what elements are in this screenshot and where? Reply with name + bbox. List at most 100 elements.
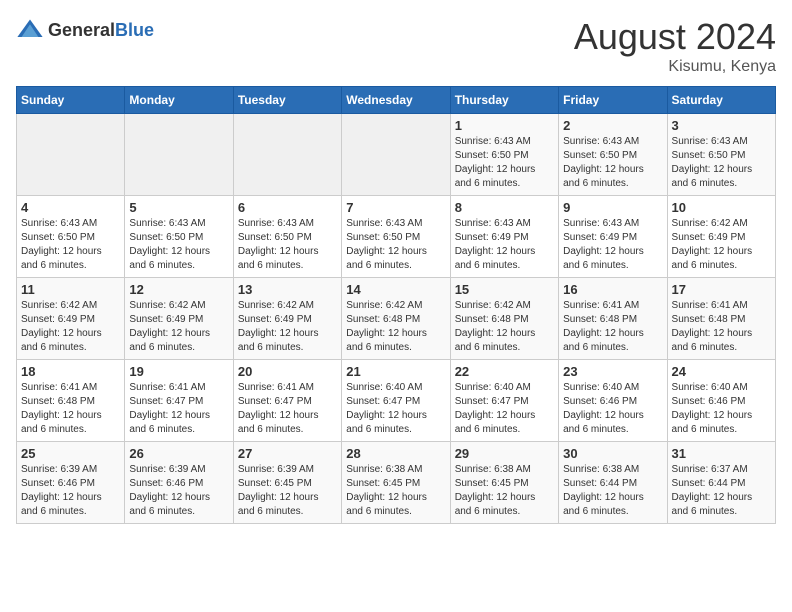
day-cell: 13 Sunrise: 6:42 AM Sunset: 6:49 PM Dayli… [233, 278, 341, 360]
day-info: Sunrise: 6:43 AM Sunset: 6:50 PM Dayligh… [455, 135, 554, 191]
day-cell: 5Sunrise: 6:43 AM Sunset: 6:50 PM Daylig… [125, 196, 233, 278]
day-info: Sunrise: 6:41 AM Sunset: 6:47 PM Dayligh… [238, 381, 337, 437]
day-number: 1 [455, 118, 554, 133]
day-info: Sunrise: 6:42 AM Sunset: 6:49 PM Dayligh… [238, 299, 337, 355]
day-number: 18 [21, 364, 120, 379]
day-number: 12 [129, 282, 228, 297]
week-row-3: 18 Sunrise: 6:41 AM Sunset: 6:48 PM Dayli… [17, 360, 776, 442]
day-info: Sunrise: 6:42 AM Sunset: 6:49 PM Dayligh… [21, 299, 120, 355]
title-block: August 2024 Kisumu, Kenya [574, 16, 776, 76]
day-info: Sunrise: 6:41 AM Sunset: 6:48 PM Dayligh… [21, 381, 120, 437]
day-cell: 27 Sunrise: 6:39 AM Sunset: 6:45 PM Dayli… [233, 442, 341, 524]
col-thursday: Thursday [450, 87, 558, 114]
day-cell: 9 Sunrise: 6:43 AM Sunset: 6:49 PM Daylig… [559, 196, 667, 278]
day-number: 21 [346, 364, 445, 379]
day-cell: 18 Sunrise: 6:41 AM Sunset: 6:48 PM Dayli… [17, 360, 125, 442]
day-cell: 16 Sunrise: 6:41 AM Sunset: 6:48 PM Dayli… [559, 278, 667, 360]
day-info: Sunrise: 6:41 AM Sunset: 6:47 PM Dayligh… [129, 381, 228, 437]
day-number: 5 [129, 200, 228, 215]
logo-icon [16, 16, 44, 44]
day-cell: 1 Sunrise: 6:43 AM Sunset: 6:50 PM Daylig… [450, 114, 558, 196]
week-row-4: 25Sunrise: 6:39 AM Sunset: 6:46 PM Dayli… [17, 442, 776, 524]
day-number: 14 [346, 282, 445, 297]
day-cell: 2 Sunrise: 6:43 AM Sunset: 6:50 PM Daylig… [559, 114, 667, 196]
day-cell: 12 Sunrise: 6:42 AM Sunset: 6:49 PM Dayli… [125, 278, 233, 360]
day-cell: 15Sunrise: 6:42 AM Sunset: 6:48 PM Dayli… [450, 278, 558, 360]
day-info: Sunrise: 6:40 AM Sunset: 6:46 PM Dayligh… [672, 381, 771, 437]
location: Kisumu, Kenya [574, 58, 776, 76]
day-number: 2 [563, 118, 662, 133]
day-info: Sunrise: 6:40 AM Sunset: 6:47 PM Dayligh… [455, 381, 554, 437]
day-info: Sunrise: 6:38 AM Sunset: 6:45 PM Dayligh… [346, 463, 445, 519]
day-number: 27 [238, 446, 337, 461]
day-cell: 31Sunrise: 6:37 AM Sunset: 6:44 PM Dayli… [667, 442, 775, 524]
day-cell: 22 Sunrise: 6:40 AM Sunset: 6:47 PM Dayli… [450, 360, 558, 442]
day-number: 22 [455, 364, 554, 379]
day-cell: 17Sunrise: 6:41 AM Sunset: 6:48 PM Dayli… [667, 278, 775, 360]
day-info: Sunrise: 6:38 AM Sunset: 6:45 PM Dayligh… [455, 463, 554, 519]
day-info: Sunrise: 6:42 AM Sunset: 6:49 PM Dayligh… [672, 217, 771, 273]
day-info: Sunrise: 6:43 AM Sunset: 6:49 PM Dayligh… [455, 217, 554, 273]
day-number: 23 [563, 364, 662, 379]
day-info: Sunrise: 6:42 AM Sunset: 6:48 PM Dayligh… [346, 299, 445, 355]
col-friday: Friday [559, 87, 667, 114]
day-info: Sunrise: 6:43 AM Sunset: 6:50 PM Dayligh… [238, 217, 337, 273]
day-cell: 21Sunrise: 6:40 AM Sunset: 6:47 PM Dayli… [342, 360, 450, 442]
day-number: 29 [455, 446, 554, 461]
week-row-2: 11 Sunrise: 6:42 AM Sunset: 6:49 PM Dayli… [17, 278, 776, 360]
day-info: Sunrise: 6:39 AM Sunset: 6:45 PM Dayligh… [238, 463, 337, 519]
calendar-header: Sunday Monday Tuesday Wednesday Thursday… [17, 87, 776, 114]
col-sunday: Sunday [17, 87, 125, 114]
logo-text-blue: Blue [115, 20, 154, 40]
day-number: 15 [455, 282, 554, 297]
day-cell: 19 Sunrise: 6:41 AM Sunset: 6:47 PM Dayli… [125, 360, 233, 442]
logo: GeneralBlue [16, 16, 154, 44]
day-number: 11 [21, 282, 120, 297]
day-cell: 24 Sunrise: 6:40 AM Sunset: 6:46 PM Dayli… [667, 360, 775, 442]
day-number: 6 [238, 200, 337, 215]
calendar: Sunday Monday Tuesday Wednesday Thursday… [16, 86, 776, 524]
page-header: GeneralBlue August 2024 Kisumu, Kenya [16, 16, 776, 76]
day-info: Sunrise: 6:43 AM Sunset: 6:50 PM Dayligh… [563, 135, 662, 191]
day-cell [17, 114, 125, 196]
day-cell [233, 114, 341, 196]
logo-text-general: General [48, 20, 115, 40]
header-row: Sunday Monday Tuesday Wednesday Thursday… [17, 87, 776, 114]
day-number: 24 [672, 364, 771, 379]
day-cell: 4 Sunrise: 6:43 AM Sunset: 6:50 PM Daylig… [17, 196, 125, 278]
day-number: 13 [238, 282, 337, 297]
col-wednesday: Wednesday [342, 87, 450, 114]
day-cell: 8 Sunrise: 6:43 AM Sunset: 6:49 PM Daylig… [450, 196, 558, 278]
col-saturday: Saturday [667, 87, 775, 114]
day-number: 20 [238, 364, 337, 379]
day-cell: 30 Sunrise: 6:38 AM Sunset: 6:44 PM Dayli… [559, 442, 667, 524]
day-info: Sunrise: 6:42 AM Sunset: 6:49 PM Dayligh… [129, 299, 228, 355]
day-cell: 7Sunrise: 6:43 AM Sunset: 6:50 PM Daylig… [342, 196, 450, 278]
week-row-1: 4 Sunrise: 6:43 AM Sunset: 6:50 PM Daylig… [17, 196, 776, 278]
day-info: Sunrise: 6:38 AM Sunset: 6:44 PM Dayligh… [563, 463, 662, 519]
day-cell [125, 114, 233, 196]
day-cell [342, 114, 450, 196]
day-cell: 10 Sunrise: 6:42 AM Sunset: 6:49 PM Dayli… [667, 196, 775, 278]
day-info: Sunrise: 6:41 AM Sunset: 6:48 PM Dayligh… [563, 299, 662, 355]
day-cell: 28Sunrise: 6:38 AM Sunset: 6:45 PM Dayli… [342, 442, 450, 524]
day-number: 8 [455, 200, 554, 215]
day-number: 19 [129, 364, 228, 379]
day-info: Sunrise: 6:39 AM Sunset: 6:46 PM Dayligh… [21, 463, 120, 519]
day-cell: 20 Sunrise: 6:41 AM Sunset: 6:47 PM Dayli… [233, 360, 341, 442]
day-cell: 11 Sunrise: 6:42 AM Sunset: 6:49 PM Dayli… [17, 278, 125, 360]
day-info: Sunrise: 6:40 AM Sunset: 6:46 PM Dayligh… [563, 381, 662, 437]
day-number: 4 [21, 200, 120, 215]
week-row-0: 1 Sunrise: 6:43 AM Sunset: 6:50 PM Daylig… [17, 114, 776, 196]
day-number: 9 [563, 200, 662, 215]
day-cell: 23 Sunrise: 6:40 AM Sunset: 6:46 PM Dayli… [559, 360, 667, 442]
day-cell: 6 Sunrise: 6:43 AM Sunset: 6:50 PM Daylig… [233, 196, 341, 278]
day-number: 16 [563, 282, 662, 297]
day-cell: 25Sunrise: 6:39 AM Sunset: 6:46 PM Dayli… [17, 442, 125, 524]
day-info: Sunrise: 6:43 AM Sunset: 6:50 PM Dayligh… [21, 217, 120, 273]
calendar-body: 1 Sunrise: 6:43 AM Sunset: 6:50 PM Daylig… [17, 114, 776, 524]
day-cell: 29 Sunrise: 6:38 AM Sunset: 6:45 PM Dayli… [450, 442, 558, 524]
day-number: 10 [672, 200, 771, 215]
day-info: Sunrise: 6:43 AM Sunset: 6:49 PM Dayligh… [563, 217, 662, 273]
day-number: 30 [563, 446, 662, 461]
